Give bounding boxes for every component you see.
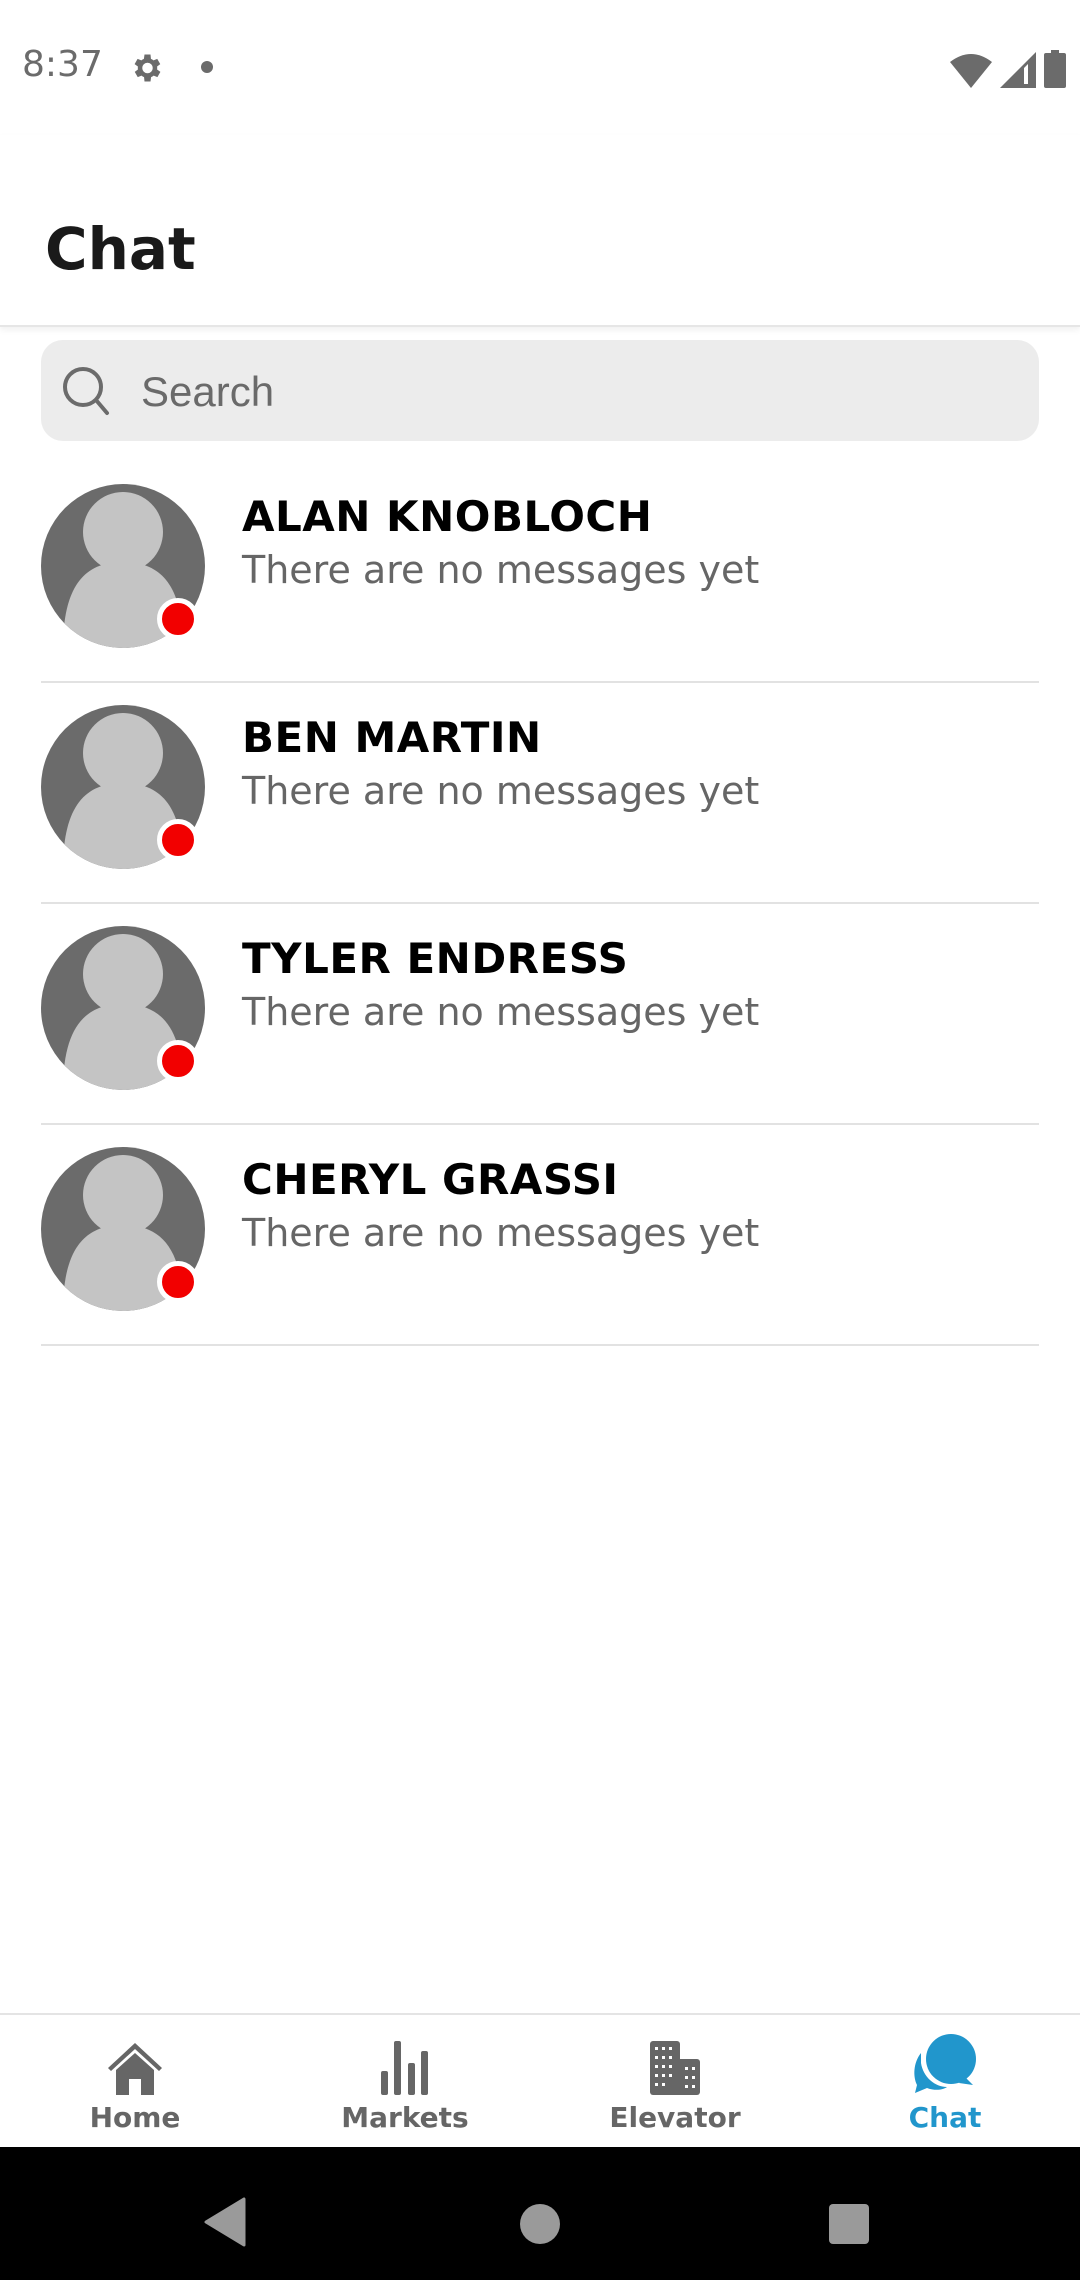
tab-markets[interactable]: Markets — [270, 2015, 540, 2149]
bar-chart-icon — [381, 2041, 428, 2095]
battery-icon — [1044, 50, 1066, 88]
bottom-navigation: Home Markets Elevator Chat — [0, 2013, 1080, 2149]
contact-name: BEN MARTIN — [242, 713, 542, 762]
presence-indicator-icon — [157, 598, 199, 640]
presence-indicator-icon — [157, 819, 199, 861]
tab-chat[interactable]: Chat — [810, 2015, 1080, 2149]
tab-markets-label: Markets — [341, 2101, 469, 2134]
home-icon — [108, 2043, 162, 2095]
contact-name: CHERYL GRASSI — [242, 1155, 619, 1204]
wifi-icon — [950, 54, 992, 88]
status-bar: 8:37 — [0, 0, 1080, 135]
search-bar[interactable] — [41, 340, 1039, 443]
contact-row[interactable]: ALAN KNOBLOCH There are no messages yet — [0, 462, 1080, 683]
notification-dot-icon — [201, 61, 213, 73]
chat-bubbles-icon — [914, 2034, 976, 2093]
recent-apps-icon[interactable] — [829, 2204, 869, 2244]
message-preview: There are no messages yet — [242, 990, 760, 1034]
tab-elevator-label: Elevator — [609, 2101, 741, 2134]
tab-chat-label: Chat — [908, 2101, 982, 2134]
signal-icon — [1000, 52, 1036, 88]
contact-list: ALAN KNOBLOCH There are no messages yet … — [0, 462, 1080, 1346]
system-navigation-bar — [0, 2147, 1080, 2280]
tab-home[interactable]: Home — [0, 2015, 270, 2149]
row-divider — [41, 1344, 1039, 1346]
home-button-icon[interactable] — [520, 2204, 560, 2244]
presence-indicator-icon — [157, 1261, 199, 1303]
contact-row[interactable]: BEN MARTIN There are no messages yet — [0, 683, 1080, 904]
back-icon[interactable] — [204, 2197, 246, 2247]
search-icon — [63, 367, 109, 415]
clock: 8:37 — [22, 44, 103, 85]
message-preview: There are no messages yet — [242, 1211, 760, 1255]
contact-row[interactable]: TYLER ENDRESS There are no messages yet — [0, 904, 1080, 1125]
message-preview: There are no messages yet — [242, 769, 760, 813]
building-icon — [650, 2041, 700, 2095]
presence-indicator-icon — [157, 1040, 199, 1082]
tab-elevator[interactable]: Elevator — [540, 2015, 810, 2149]
tab-home-label: Home — [89, 2101, 181, 2134]
contact-row[interactable]: CHERYL GRASSI There are no messages yet — [0, 1125, 1080, 1346]
message-preview: There are no messages yet — [242, 548, 760, 592]
contact-name: TYLER ENDRESS — [242, 934, 629, 983]
app-header: Chat — [0, 135, 1080, 327]
search-input[interactable] — [139, 340, 1023, 443]
gear-icon — [134, 54, 161, 82]
contact-name: ALAN KNOBLOCH — [242, 492, 653, 541]
page-title: Chat — [45, 215, 196, 283]
